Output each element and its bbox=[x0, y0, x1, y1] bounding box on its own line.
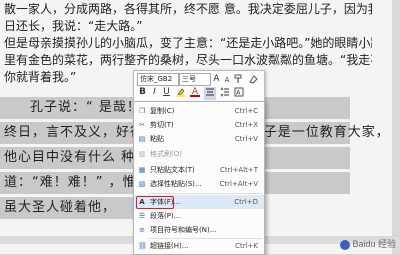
menu-item-label: 只粘贴文本(T) bbox=[150, 166, 195, 174]
menu-item-label: 粘贴 bbox=[150, 135, 164, 143]
copy-icon: ❐ bbox=[138, 107, 146, 115]
menu-item-label: 超链接(H)... bbox=[150, 242, 189, 250]
shrink-font-icon[interactable]: A bbox=[223, 75, 231, 85]
menu-item-label: 复制(C) bbox=[150, 107, 175, 115]
menu-separator bbox=[148, 193, 262, 194]
menu-item-shortcut: Ctrl+Alt+V bbox=[219, 180, 258, 188]
menu-item-label: 项目符号和编号(N)... bbox=[150, 226, 217, 234]
paste-icon: ▤ bbox=[138, 135, 146, 143]
paragraph-icon: ☰ bbox=[138, 212, 146, 220]
svg-text:A: A bbox=[236, 90, 241, 97]
menu-item-shortcut: Ctrl+K bbox=[235, 242, 258, 250]
menu-item-paragraph[interactable]: ☰ 段落(P)... bbox=[134, 209, 264, 223]
line-spacing-icon[interactable] bbox=[220, 87, 230, 100]
selected-text-line[interactable]: 虽大圣人碰着他， bbox=[4, 198, 116, 218]
menu-item-shortcut: Ctrl+X bbox=[234, 121, 258, 129]
link-icon: ⛓ bbox=[138, 242, 147, 250]
text-line: 日还长，我说：“走大路。” bbox=[4, 19, 143, 33]
menu-item-shortcut: Ctrl+V bbox=[234, 135, 258, 143]
menu-item-shortcut: Ctrl+Alt+T bbox=[220, 166, 258, 174]
menu-item-label: 选择性粘贴(S)... bbox=[150, 180, 202, 188]
menu-item-paste-special[interactable]: ▧ 选择性粘贴(S)... Ctrl+Alt+V bbox=[134, 177, 264, 191]
bold-button[interactable]: B bbox=[138, 87, 147, 97]
text-line: 里有金色的菜花，两行整齐的桑树，尽头一口水波粼粼的鱼塘。“我走不过去的地方， bbox=[4, 53, 372, 67]
highlight-icon[interactable] bbox=[176, 87, 186, 100]
menu-item-font[interactable]: A 字体(F)... Ctrl+D bbox=[134, 195, 264, 209]
font-size-select[interactable]: 三号 bbox=[179, 73, 211, 86]
menu-item-bullets[interactable]: ≡ 项目符号和编号(N)... bbox=[134, 223, 264, 237]
baidu-paw-icon bbox=[340, 239, 351, 250]
italic-button[interactable]: I bbox=[150, 87, 159, 97]
format-painter-icon[interactable] bbox=[234, 74, 244, 87]
clear-format-icon[interactable] bbox=[248, 74, 258, 87]
menu-item-paste[interactable]: ▤ 粘贴 Ctrl+V bbox=[134, 132, 264, 146]
watermark-text: Baidu 经验 bbox=[352, 239, 396, 249]
font-color-button[interactable]: A bbox=[190, 87, 200, 97]
context-menu: ❐ 复制(C) Ctrl+C ✂ 剪切(T) Ctrl+X ▤ 粘贴 Ctrl+… bbox=[133, 101, 265, 255]
mini-toolbar: 仿宋_GB2 三号 A A B I U A A bbox=[133, 70, 265, 102]
watermark: Baidu 经验 bbox=[340, 237, 396, 250]
paste-text-icon: ▦ bbox=[138, 166, 146, 174]
font-name-select[interactable]: 仿宋_GB2 bbox=[137, 73, 179, 86]
menu-item-copy[interactable]: ❐ 复制(C) Ctrl+C bbox=[134, 104, 264, 118]
align-center-icon[interactable] bbox=[204, 87, 216, 100]
menu-item-paste-text[interactable]: ▦ 只粘贴文本(T) Ctrl+Alt+T bbox=[134, 163, 264, 177]
paste-special-icon: ▧ bbox=[138, 180, 146, 188]
menu-item-format-painter[interactable]: ▥ 格式刷(O) bbox=[134, 147, 264, 161]
styles-icon[interactable]: A bbox=[234, 87, 244, 100]
menu-item-shortcut: Ctrl+D bbox=[234, 198, 258, 206]
underline-button[interactable]: U bbox=[162, 87, 171, 97]
cut-icon: ✂ bbox=[139, 121, 145, 129]
paste-format-icon: ▥ bbox=[138, 150, 146, 158]
highlight-box bbox=[136, 196, 174, 209]
bullets-icon: ≡ bbox=[139, 226, 145, 234]
text-line: 散一家人，分成两路，各得其所，终不愿 意。我决定委屈儿子，因为我伴同他的时 bbox=[4, 2, 372, 16]
menu-item-cut[interactable]: ✂ 剪切(T) Ctrl+X bbox=[134, 118, 264, 132]
menu-item-label: 格式刷(O) bbox=[150, 150, 182, 158]
menu-item-label: 剪切(T) bbox=[150, 121, 174, 129]
grow-font-icon[interactable]: A bbox=[212, 74, 221, 84]
menu-item-shortcut: Ctrl+C bbox=[234, 107, 258, 115]
menu-item-label: 段落(P)... bbox=[150, 212, 181, 220]
menu-item-hyperlink[interactable]: ⛓ 超链接(H)... Ctrl+K bbox=[134, 239, 264, 253]
text-line: 但是母亲摸摸孙儿的小脑瓜，变了主意：“还是走小路吧。”她的眼睛小路望去：那 bbox=[4, 36, 372, 50]
